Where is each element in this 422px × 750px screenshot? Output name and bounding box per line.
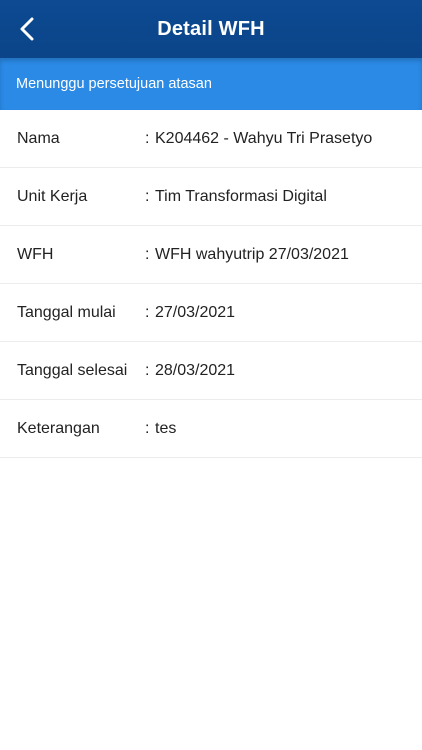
detail-row-wfh: WFH : WFH wahyutrip 27/03/2021: [0, 226, 422, 284]
app-header: Detail WFH: [0, 0, 422, 58]
detail-separator: :: [145, 361, 150, 379]
back-button[interactable]: [10, 12, 44, 46]
detail-separator: :: [145, 187, 150, 205]
detail-label: Unit Kerja: [17, 187, 88, 205]
wfh-detail-screen: Detail WFH Menunggu persetujuan atasan N…: [0, 0, 422, 750]
detail-separator: :: [145, 129, 150, 147]
page-title: Detail WFH: [157, 17, 265, 40]
detail-separator: :: [145, 245, 150, 263]
detail-value: 28/03/2021: [155, 361, 236, 379]
detail-label: Nama: [17, 129, 60, 147]
detail-row-unit-kerja: Unit Kerja : Tim Transformasi Digital: [0, 168, 422, 226]
detail-row-tanggal-mulai: Tanggal mulai : 27/03/2021: [0, 284, 422, 342]
detail-value: tes: [155, 419, 177, 437]
detail-value: 27/03/2021: [155, 303, 236, 321]
detail-label: Tanggal selesai: [17, 361, 128, 379]
detail-value: K204462 - Wahyu Tri Prasetyo: [155, 129, 373, 147]
detail-value: Tim Transformasi Digital: [155, 187, 327, 205]
detail-list: Nama : K204462 - Wahyu Tri Prasetyo Unit…: [0, 110, 422, 458]
detail-row-keterangan: Keterangan : tes: [0, 400, 422, 458]
detail-separator: :: [145, 419, 150, 437]
status-text: Menunggu persetujuan atasan: [16, 76, 212, 92]
detail-row-tanggal-selesai: Tanggal selesai : 28/03/2021: [0, 342, 422, 400]
detail-value: WFH wahyutrip 27/03/2021: [155, 245, 349, 263]
detail-label: Keterangan: [17, 419, 100, 437]
detail-row-nama: Nama : K204462 - Wahyu Tri Prasetyo: [0, 110, 422, 168]
detail-label: Tanggal mulai: [17, 303, 116, 321]
status-banner: Menunggu persetujuan atasan: [0, 58, 422, 110]
chevron-left-icon: [20, 17, 34, 41]
detail-separator: :: [145, 303, 150, 321]
detail-label: WFH: [17, 245, 54, 263]
